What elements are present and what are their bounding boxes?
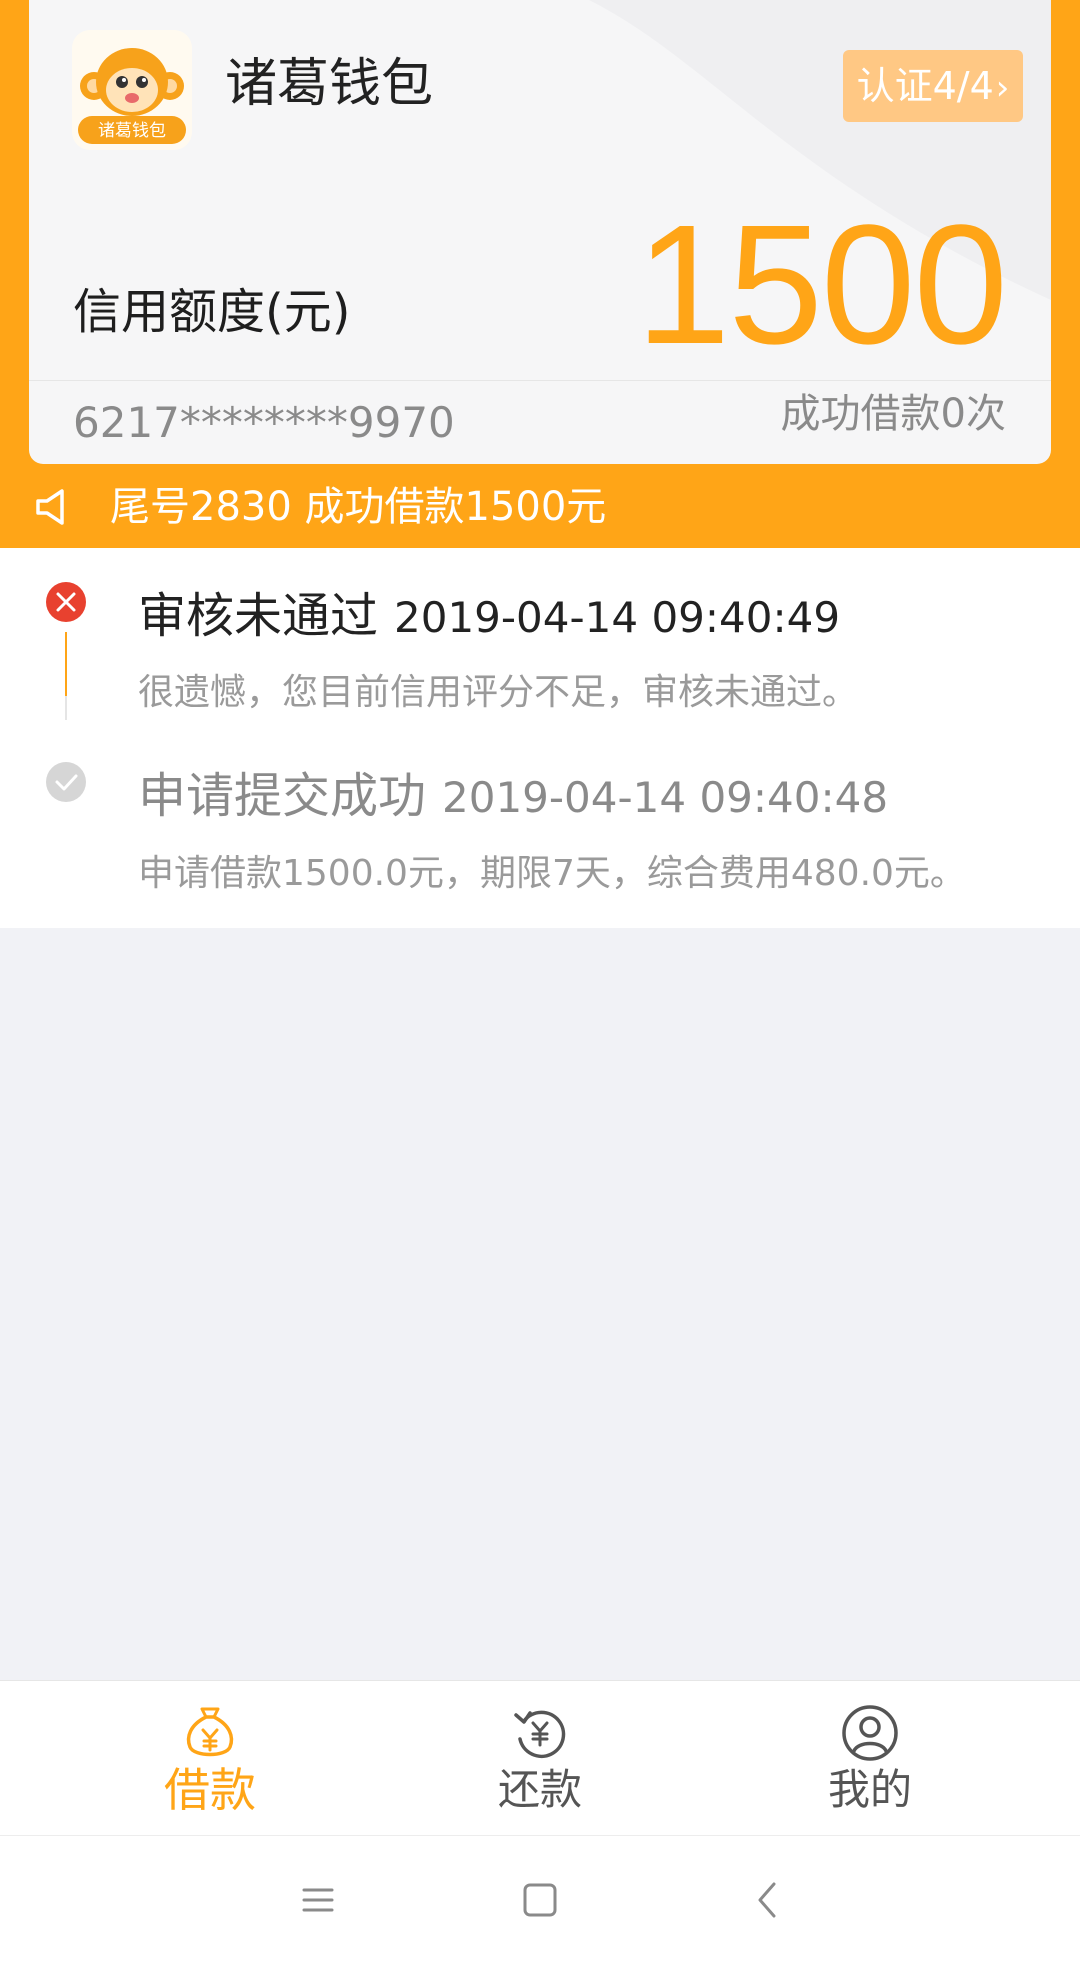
certification-badge[interactable]: 认证4/4›: [843, 50, 1023, 122]
user-icon: [842, 1705, 898, 1761]
card-number: 6217********9970: [73, 398, 455, 447]
credit-amount: 1500: [635, 190, 1008, 380]
tab-repay[interactable]: 还款: [430, 1681, 650, 1835]
notice-bar: 尾号2830 成功借款1500元: [0, 466, 1080, 548]
menu-icon[interactable]: [288, 1870, 348, 1930]
timeline-item-rejected: 审核未通过 2019-04-14 09:40:49: [138, 592, 840, 640]
card-divider: [29, 380, 1051, 381]
chevron-right-icon: ›: [995, 68, 1010, 108]
system-navigation-bar: [0, 1835, 1080, 1966]
timeline-connector-active: [65, 632, 67, 696]
back-icon[interactable]: [738, 1870, 798, 1930]
app-name: 诸葛钱包: [225, 54, 434, 114]
notice-text: 尾号2830 成功借款1500元: [110, 484, 607, 530]
tab-loan[interactable]: 借款: [100, 1681, 320, 1835]
timeline-status: 申请提交成功: [138, 768, 427, 824]
credit-label: 信用额度(元): [73, 284, 351, 340]
tab-label: 我的: [827, 1765, 912, 1814]
timeline-time: 2019-04-14 09:40:49: [394, 593, 841, 642]
timeline-description: 申请借款1500.0元，期限7天，综合费用480.0元。: [138, 853, 966, 894]
application-timeline: 审核未通过 2019-04-14 09:40:49 很遗憾，您目前信用评分不足，审…: [0, 548, 1080, 928]
timeline-time: 2019-04-14 09:40:48: [442, 773, 889, 822]
timeline-description: 很遗憾，您目前信用评分不足，审核未通过。: [138, 672, 859, 713]
tab-mine[interactable]: 我的: [760, 1681, 980, 1835]
success-count: 成功借款0次: [780, 391, 1006, 437]
repay-icon: [514, 1710, 566, 1759]
certification-label: 认证4/4: [856, 64, 994, 108]
tab-label: 还款: [497, 1765, 582, 1814]
close-circle-icon: [46, 582, 86, 622]
check-circle-icon: [46, 762, 86, 802]
tab-label: 借款: [164, 1763, 256, 1817]
timeline-status: 审核未通过: [138, 588, 379, 644]
logo-text: 诸葛钱包: [98, 121, 166, 141]
speaker-icon: [36, 489, 64, 525]
timeline-item-submitted: 申请提交成功 2019-04-14 09:40:48: [138, 772, 888, 820]
money-bag-icon: [186, 1707, 234, 1757]
credit-card: 诸葛钱包 诸葛钱包 认证4/4› 信用额度(元) 1500 6217******…: [29, 0, 1051, 464]
home-icon[interactable]: [510, 1870, 570, 1930]
bottom-tab-bar: 借款 还款 我的: [0, 1680, 1080, 1835]
app-logo: 诸葛钱包: [72, 30, 192, 150]
